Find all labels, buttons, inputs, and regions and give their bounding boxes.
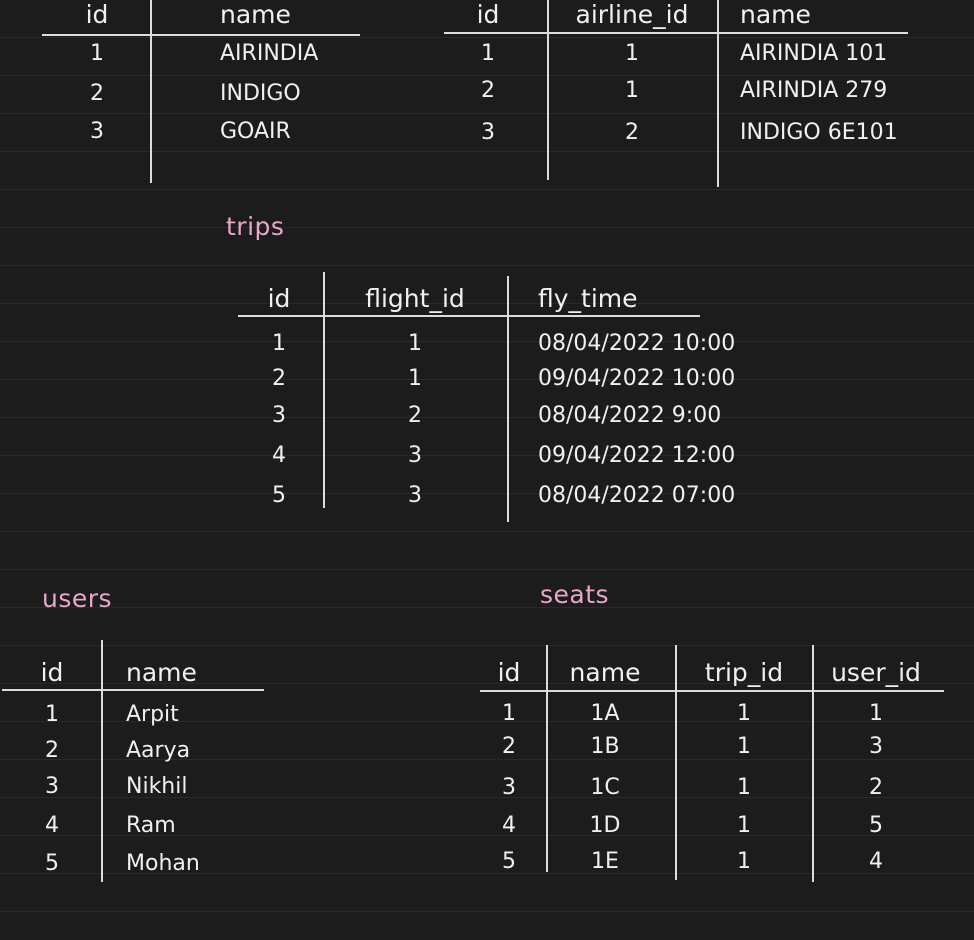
trips-header-flight-id: flight_id [365,284,465,313]
seats-cell-id: 2 [502,734,516,759]
whiteboard: trips users seats id name 1 AIRINDIA 2 INDIGO… [0,0,974,940]
users-cell-id: 3 [45,774,59,799]
trips-cell-id: 4 [272,443,286,468]
trips-cell-id: 5 [272,483,286,508]
flights-header-id: id [476,0,500,29]
seats-header-trip-id: trip_id [704,658,784,687]
trips-column-divider [507,276,509,522]
users-cell-name: Nikhil [126,774,188,799]
trips-title: trips [226,212,285,241]
flights-cell-airline-id: 2 [625,120,639,145]
trips-header-id: id [267,284,291,313]
users-cell-id: 5 [45,851,59,876]
users-cell-name: Arpit [126,702,179,727]
seats-cell-trip-id: 1 [737,775,751,800]
seats-cell-id: 5 [502,849,516,874]
trips-cell-fly-time: 08/04/2022 07:00 [538,483,736,508]
seats-cell-id: 1 [502,701,516,726]
seats-cell-name: 1B [590,734,620,759]
trips-cell-flight-id: 2 [408,403,422,428]
users-cell-id: 2 [45,738,59,763]
seats-cell-trip-id: 1 [737,813,751,838]
flights-cell-id: 1 [481,41,495,66]
flights-header-rule [444,32,908,34]
airlines-cell-name: AIRINDIA [220,41,319,66]
flights-header-name: name [740,0,811,29]
airlines-cell-id: 2 [90,81,104,106]
seats-cell-user-id: 2 [869,775,883,800]
users-header-id: id [40,658,64,687]
seats-column-divider [675,645,677,880]
seats-cell-trip-id: 1 [737,701,751,726]
airlines-cell-id: 3 [90,119,104,144]
airlines-cell-name: GOAIR [220,119,291,144]
seats-cell-trip-id: 1 [737,849,751,874]
seats-header-rule [480,690,944,692]
seats-header-name: name [569,658,641,687]
airlines-header-name: name [220,0,291,29]
trips-cell-flight-id: 1 [408,366,422,391]
users-header-name: name [126,658,197,687]
seats-cell-trip-id: 1 [737,734,751,759]
flights-header-airline-id: airline_id [575,0,689,29]
seats-header-id: id [497,658,521,687]
seats-cell-name: 1A [590,701,620,726]
trips-cell-flight-id: 1 [408,331,422,356]
trips-column-divider [323,272,325,508]
flights-column-divider [547,0,549,180]
trips-cell-id: 3 [272,403,286,428]
trips-cell-fly-time: 08/04/2022 10:00 [538,331,736,356]
seats-cell-id: 3 [502,775,516,800]
users-cell-name: Mohan [126,851,200,876]
seats-cell-user-id: 5 [869,813,883,838]
flights-cell-name: AIRINDIA 279 [740,78,888,103]
users-column-divider [101,640,103,882]
users-cell-id: 1 [45,702,59,727]
trips-cell-fly-time: 08/04/2022 9:00 [538,403,722,428]
seats-column-divider [546,645,548,872]
seats-cell-id: 4 [502,813,516,838]
airlines-header-rule [42,34,360,36]
flights-cell-airline-id: 1 [625,41,639,66]
trips-cell-id: 2 [272,366,286,391]
seats-cell-name: 1C [590,775,620,800]
flights-column-divider [717,0,719,187]
seats-cell-name: 1D [589,813,621,838]
flights-cell-id: 3 [481,120,495,145]
seats-title: seats [540,580,610,609]
users-header-rule [2,689,264,691]
users-cell-name: Ram [126,813,176,838]
users-cell-name: Aarya [126,738,191,763]
seats-header-user-id: user_id [831,658,921,687]
flights-cell-name: INDIGO 6E101 [740,120,898,145]
users-title: users [42,584,113,613]
airlines-cell-id: 1 [90,41,104,66]
trips-cell-flight-id: 3 [408,483,422,508]
seats-cell-user-id: 3 [869,734,883,759]
airlines-header-id: id [85,0,109,29]
flights-cell-airline-id: 1 [625,78,639,103]
trips-cell-fly-time: 09/04/2022 10:00 [538,366,736,391]
flights-cell-id: 2 [481,78,495,103]
trips-header-fly-time: fly_time [538,284,638,313]
airlines-column-divider [150,0,152,183]
airlines-cell-name: INDIGO [220,81,301,106]
seats-cell-name: 1E [591,849,619,874]
seats-cell-user-id: 4 [869,849,883,874]
trips-cell-id: 1 [272,331,286,356]
seats-cell-user-id: 1 [869,701,883,726]
flights-cell-name: AIRINDIA 101 [740,41,888,66]
trips-cell-flight-id: 3 [408,443,422,468]
trips-header-rule [238,315,700,317]
seats-column-divider [812,645,814,882]
users-cell-id: 4 [45,813,59,838]
trips-cell-fly-time: 09/04/2022 12:00 [538,443,736,468]
